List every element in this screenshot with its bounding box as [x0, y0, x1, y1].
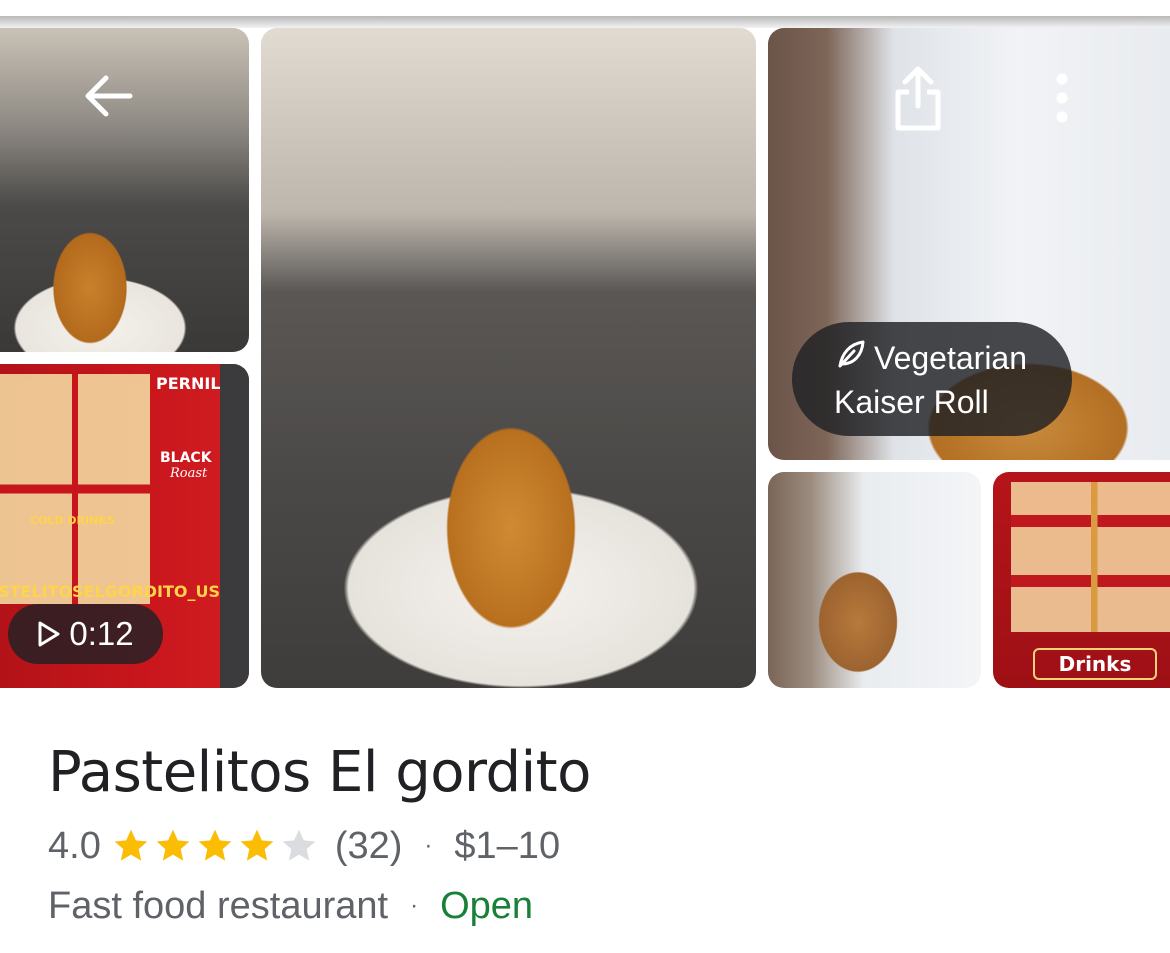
separator-dot: · — [424, 832, 433, 859]
menu-text-black: BLACK — [160, 450, 212, 466]
star-filled-icon — [198, 829, 232, 861]
star-filled-icon — [240, 829, 274, 861]
photo-tag-line2: Kaiser Roll — [834, 384, 989, 420]
menu-text-pernil: PERNIL — [156, 374, 221, 393]
place-title: Pastelitos El gordito — [48, 740, 591, 805]
photo-tag-chip[interactable]: Vegetarian Kaiser Roll — [792, 322, 1072, 436]
menu-text-handle: STELITOSELGORDITO_USA — [0, 582, 233, 601]
arrow-left-icon — [82, 74, 134, 123]
photo-tag-line1: Vegetarian — [874, 340, 1028, 376]
back-button[interactable] — [80, 70, 136, 126]
share-button[interactable] — [890, 64, 946, 136]
separator-dot: · — [410, 892, 419, 919]
photo-drinks-menu[interactable]: Drinks — [993, 472, 1170, 688]
menu-board-image — [0, 374, 150, 604]
photo-pastelito-snow[interactable] — [768, 472, 981, 688]
play-icon — [37, 621, 61, 647]
video-duration-badge[interactable]: 0:12 — [8, 604, 163, 664]
status-bar-area — [0, 0, 1170, 16]
drinks-label: Drinks — [1033, 648, 1157, 680]
menu-text-roast: Roast — [170, 466, 208, 481]
share-icon — [893, 64, 943, 137]
more-options-button[interactable] — [1040, 70, 1084, 130]
star-filled-icon — [114, 829, 148, 861]
category-row: Fast food restaurant · Open — [48, 884, 533, 928]
place-category: Fast food restaurant — [48, 884, 389, 927]
price-range: $1–10 — [454, 824, 561, 867]
photo-main-pastelito[interactable] — [261, 28, 756, 688]
more-vert-icon — [1056, 73, 1068, 128]
open-status: Open — [440, 884, 534, 927]
menu-photo-edge — [220, 364, 249, 688]
leaf-icon — [836, 336, 866, 380]
star-rating — [111, 826, 319, 866]
header-divider — [0, 16, 1170, 28]
drinks-menu-image — [1011, 482, 1170, 632]
rating-value: 4.0 — [48, 824, 101, 867]
rating-row[interactable]: 4.0 (32) · $1–10 — [48, 824, 560, 868]
menu-text-cold-drinks: COLD DRINKS — [30, 514, 115, 527]
star-empty-icon — [282, 829, 316, 861]
star-filled-icon — [156, 829, 190, 861]
video-duration: 0:12 — [69, 615, 134, 652]
review-count[interactable]: (32) — [335, 825, 403, 868]
